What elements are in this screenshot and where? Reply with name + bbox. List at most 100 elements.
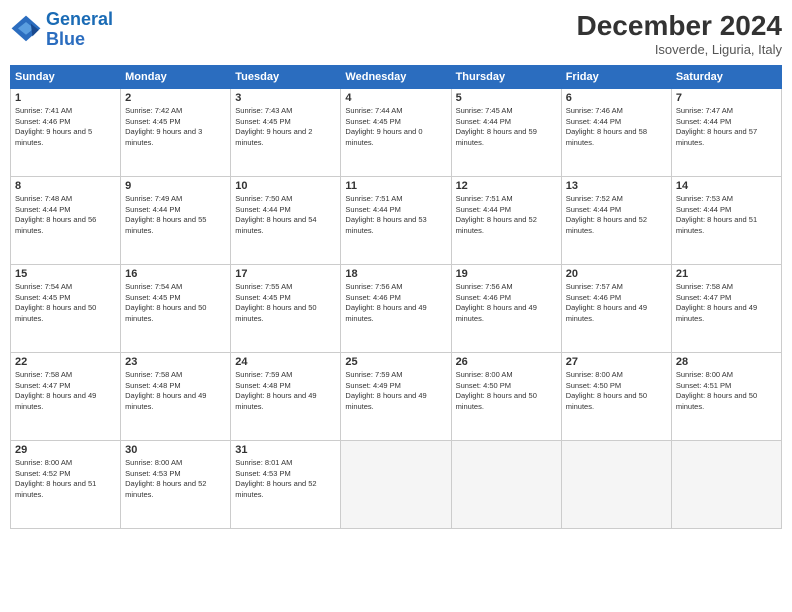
calendar-cell: 24 Sunrise: 7:59 AMSunset: 4:48 PMDaylig… — [231, 353, 341, 441]
cell-content: Sunrise: 7:47 AMSunset: 4:44 PMDaylight:… — [676, 106, 757, 147]
cell-content: Sunrise: 7:58 AMSunset: 4:47 PMDaylight:… — [676, 282, 757, 323]
header-row: Sunday Monday Tuesday Wednesday Thursday… — [11, 66, 782, 89]
cell-content: Sunrise: 7:42 AMSunset: 4:45 PMDaylight:… — [125, 106, 202, 147]
day-number: 9 — [125, 180, 226, 192]
cell-content: Sunrise: 8:00 AMSunset: 4:52 PMDaylight:… — [15, 458, 96, 499]
day-number: 10 — [235, 180, 336, 192]
day-number: 11 — [345, 180, 446, 192]
col-thursday: Thursday — [451, 66, 561, 89]
calendar-cell: 31 Sunrise: 8:01 AMSunset: 4:53 PMDaylig… — [231, 441, 341, 529]
calendar-cell — [561, 441, 671, 529]
calendar-cell: 3 Sunrise: 7:43 AMSunset: 4:45 PMDayligh… — [231, 89, 341, 177]
calendar-cell: 8 Sunrise: 7:48 AMSunset: 4:44 PMDayligh… — [11, 177, 121, 265]
cell-content: Sunrise: 7:56 AMSunset: 4:46 PMDaylight:… — [456, 282, 537, 323]
day-number: 28 — [676, 356, 777, 368]
calendar-cell: 29 Sunrise: 8:00 AMSunset: 4:52 PMDaylig… — [11, 441, 121, 529]
day-number: 2 — [125, 92, 226, 104]
logo-blue: Blue — [46, 30, 113, 50]
month-title: December 2024 — [577, 10, 782, 42]
cell-content: Sunrise: 7:43 AMSunset: 4:45 PMDaylight:… — [235, 106, 312, 147]
location: Isoverde, Liguria, Italy — [577, 42, 782, 57]
week-row-4: 22 Sunrise: 7:58 AMSunset: 4:47 PMDaylig… — [11, 353, 782, 441]
day-number: 27 — [566, 356, 667, 368]
day-number: 1 — [15, 92, 116, 104]
calendar-cell: 14 Sunrise: 7:53 AMSunset: 4:44 PMDaylig… — [671, 177, 781, 265]
calendar-cell: 7 Sunrise: 7:47 AMSunset: 4:44 PMDayligh… — [671, 89, 781, 177]
calendar-cell: 2 Sunrise: 7:42 AMSunset: 4:45 PMDayligh… — [121, 89, 231, 177]
calendar-cell: 25 Sunrise: 7:59 AMSunset: 4:49 PMDaylig… — [341, 353, 451, 441]
calendar-cell: 23 Sunrise: 7:58 AMSunset: 4:48 PMDaylig… — [121, 353, 231, 441]
cell-content: Sunrise: 7:56 AMSunset: 4:46 PMDaylight:… — [345, 282, 426, 323]
calendar-cell: 5 Sunrise: 7:45 AMSunset: 4:44 PMDayligh… — [451, 89, 561, 177]
calendar-cell: 15 Sunrise: 7:54 AMSunset: 4:45 PMDaylig… — [11, 265, 121, 353]
logo-general: General — [46, 9, 113, 29]
cell-content: Sunrise: 7:58 AMSunset: 4:48 PMDaylight:… — [125, 370, 206, 411]
header: General Blue December 2024 Isoverde, Lig… — [10, 10, 782, 57]
cell-content: Sunrise: 7:55 AMSunset: 4:45 PMDaylight:… — [235, 282, 316, 323]
day-number: 6 — [566, 92, 667, 104]
cell-content: Sunrise: 8:00 AMSunset: 4:53 PMDaylight:… — [125, 458, 206, 499]
day-number: 31 — [235, 444, 336, 456]
day-number: 12 — [456, 180, 557, 192]
day-number: 5 — [456, 92, 557, 104]
day-number: 26 — [456, 356, 557, 368]
day-number: 18 — [345, 268, 446, 280]
day-number: 4 — [345, 92, 446, 104]
cell-content: Sunrise: 7:50 AMSunset: 4:44 PMDaylight:… — [235, 194, 316, 235]
day-number: 14 — [676, 180, 777, 192]
week-row-3: 15 Sunrise: 7:54 AMSunset: 4:45 PMDaylig… — [11, 265, 782, 353]
calendar-cell: 18 Sunrise: 7:56 AMSunset: 4:46 PMDaylig… — [341, 265, 451, 353]
cell-content: Sunrise: 7:46 AMSunset: 4:44 PMDaylight:… — [566, 106, 647, 147]
day-number: 16 — [125, 268, 226, 280]
week-row-5: 29 Sunrise: 8:00 AMSunset: 4:52 PMDaylig… — [11, 441, 782, 529]
cell-content: Sunrise: 7:57 AMSunset: 4:46 PMDaylight:… — [566, 282, 647, 323]
calendar-cell: 22 Sunrise: 7:58 AMSunset: 4:47 PMDaylig… — [11, 353, 121, 441]
day-number: 22 — [15, 356, 116, 368]
week-row-1: 1 Sunrise: 7:41 AMSunset: 4:46 PMDayligh… — [11, 89, 782, 177]
cell-content: Sunrise: 7:59 AMSunset: 4:48 PMDaylight:… — [235, 370, 316, 411]
calendar-cell: 6 Sunrise: 7:46 AMSunset: 4:44 PMDayligh… — [561, 89, 671, 177]
cell-content: Sunrise: 8:00 AMSunset: 4:50 PMDaylight:… — [566, 370, 647, 411]
day-number: 13 — [566, 180, 667, 192]
page: General Blue December 2024 Isoverde, Lig… — [0, 0, 792, 612]
calendar-container: Sunday Monday Tuesday Wednesday Thursday… — [10, 65, 782, 529]
cell-content: Sunrise: 7:51 AMSunset: 4:44 PMDaylight:… — [345, 194, 426, 235]
cell-content: Sunrise: 8:00 AMSunset: 4:50 PMDaylight:… — [456, 370, 537, 411]
day-number: 30 — [125, 444, 226, 456]
calendar-cell: 19 Sunrise: 7:56 AMSunset: 4:46 PMDaylig… — [451, 265, 561, 353]
calendar-cell: 9 Sunrise: 7:49 AMSunset: 4:44 PMDayligh… — [121, 177, 231, 265]
cell-content: Sunrise: 7:48 AMSunset: 4:44 PMDaylight:… — [15, 194, 96, 235]
calendar-cell: 20 Sunrise: 7:57 AMSunset: 4:46 PMDaylig… — [561, 265, 671, 353]
col-wednesday: Wednesday — [341, 66, 451, 89]
title-block: December 2024 Isoverde, Liguria, Italy — [577, 10, 782, 57]
calendar-cell: 12 Sunrise: 7:51 AMSunset: 4:44 PMDaylig… — [451, 177, 561, 265]
calendar-cell — [341, 441, 451, 529]
cell-content: Sunrise: 7:45 AMSunset: 4:44 PMDaylight:… — [456, 106, 537, 147]
day-number: 3 — [235, 92, 336, 104]
calendar-cell: 27 Sunrise: 8:00 AMSunset: 4:50 PMDaylig… — [561, 353, 671, 441]
day-number: 8 — [15, 180, 116, 192]
col-tuesday: Tuesday — [231, 66, 341, 89]
logo: General Blue — [10, 10, 113, 50]
calendar-cell — [671, 441, 781, 529]
day-number: 25 — [345, 356, 446, 368]
day-number: 20 — [566, 268, 667, 280]
cell-content: Sunrise: 7:51 AMSunset: 4:44 PMDaylight:… — [456, 194, 537, 235]
col-sunday: Sunday — [11, 66, 121, 89]
day-number: 29 — [15, 444, 116, 456]
week-row-2: 8 Sunrise: 7:48 AMSunset: 4:44 PMDayligh… — [11, 177, 782, 265]
cell-content: Sunrise: 7:59 AMSunset: 4:49 PMDaylight:… — [345, 370, 426, 411]
cell-content: Sunrise: 7:44 AMSunset: 4:45 PMDaylight:… — [345, 106, 422, 147]
cell-content: Sunrise: 7:54 AMSunset: 4:45 PMDaylight:… — [125, 282, 206, 323]
calendar-cell: 30 Sunrise: 8:00 AMSunset: 4:53 PMDaylig… — [121, 441, 231, 529]
calendar-cell: 16 Sunrise: 7:54 AMSunset: 4:45 PMDaylig… — [121, 265, 231, 353]
cell-content: Sunrise: 7:41 AMSunset: 4:46 PMDaylight:… — [15, 106, 92, 147]
calendar-cell: 10 Sunrise: 7:50 AMSunset: 4:44 PMDaylig… — [231, 177, 341, 265]
day-number: 15 — [15, 268, 116, 280]
day-number: 17 — [235, 268, 336, 280]
calendar-cell: 13 Sunrise: 7:52 AMSunset: 4:44 PMDaylig… — [561, 177, 671, 265]
col-friday: Friday — [561, 66, 671, 89]
calendar-cell: 1 Sunrise: 7:41 AMSunset: 4:46 PMDayligh… — [11, 89, 121, 177]
logo-text: General Blue — [46, 10, 113, 50]
day-number: 23 — [125, 356, 226, 368]
